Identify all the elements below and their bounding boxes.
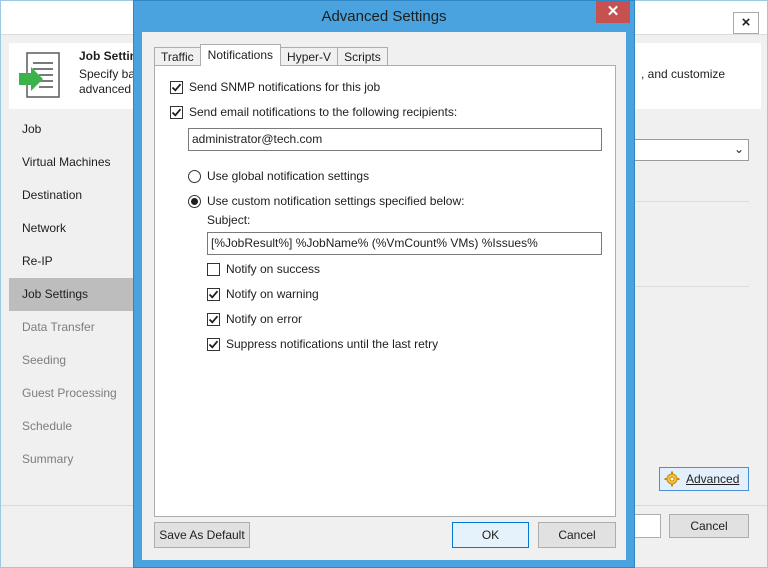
wizard-cancel-button[interactable]: Cancel [669, 514, 749, 538]
wizard-step-guest-processing: Guest Processing [22, 386, 117, 400]
wizard-step-virtual-machines[interactable]: Virtual Machines [9, 146, 133, 179]
global-settings-label: Use global notification settings [207, 169, 370, 183]
suppress-row: Suppress notifications until the last re… [207, 337, 438, 351]
email-label: Send email notifications to the followin… [189, 105, 458, 119]
tab-notifications[interactable]: Notifications [199, 44, 282, 66]
ok-button[interactable]: OK [452, 522, 529, 548]
wizard-apply-button[interactable] [631, 514, 661, 538]
tab-hyper-v[interactable]: Hyper-V [280, 47, 339, 66]
wizard-step-description: Specify ba advanced [79, 67, 135, 97]
snmp-label: Send SNMP notifications for this job [189, 80, 381, 94]
checkmark-icon [171, 108, 182, 117]
subject-input[interactable]: [%JobResult%] %JobName% (%VmCount% VMs) … [207, 232, 602, 255]
email-checkbox[interactable] [170, 105, 183, 119]
tab-traffic[interactable]: Traffic [154, 47, 201, 66]
dialog-title: Advanced Settings [321, 8, 447, 25]
wizard-step-title: Job Settin [79, 49, 138, 63]
checkmark-icon [208, 315, 219, 324]
checkmark-icon [208, 290, 219, 299]
wizard-desc-line2: advanced [79, 82, 132, 96]
wizard-step-nav: Job Virtual Machines Destination Network… [9, 113, 133, 476]
custom-settings-row: Use custom notification settings specifi… [188, 194, 464, 208]
wizard-desc-line1: Specify ba [79, 67, 136, 81]
suppress-checkbox[interactable] [207, 337, 220, 351]
notify-error-row: Notify on error [207, 312, 302, 326]
dialog-body: Traffic Notifications Hyper-V Scripts Se… [142, 32, 626, 560]
wizard-step-data-transfer: Data Transfer [22, 320, 95, 334]
global-settings-radio[interactable] [188, 169, 201, 183]
tab-scripts[interactable]: Scripts [337, 47, 388, 66]
notify-success-row: Notify on success [207, 262, 320, 276]
notifications-panel: Send SNMP notifications for this job Sen… [154, 65, 616, 517]
notify-error-checkbox[interactable] [207, 312, 220, 326]
cancel-button[interactable]: Cancel [538, 522, 616, 548]
notify-warning-checkbox[interactable] [207, 287, 220, 301]
global-settings-row: Use global notification settings [188, 169, 369, 183]
custom-settings-label: Use custom notification settings specifi… [207, 194, 465, 208]
advanced-settings-dialog: Advanced Settings ✕ Traffic Notification… [133, 0, 635, 568]
checkmark-icon [208, 340, 219, 349]
subject-label: Subject: [207, 213, 251, 227]
notify-success-label: Notify on success [226, 262, 321, 276]
snmp-checkbox[interactable] [170, 80, 183, 94]
advanced-button[interactable]: Advanced [659, 467, 749, 491]
tab-strip: Traffic Notifications Hyper-V Scripts [154, 44, 388, 66]
divider [633, 286, 749, 287]
wizard-close-button[interactable]: × [733, 12, 759, 34]
email-row: Send email notifications to the followin… [170, 105, 457, 119]
wizard-dropdown[interactable]: ⌄ [633, 139, 749, 161]
radio-dot [191, 197, 198, 205]
wizard-step-re-ip[interactable]: Re-IP [9, 245, 133, 278]
save-as-default-button[interactable]: Save As Default [154, 522, 250, 548]
chevron-down-icon: ⌄ [733, 142, 744, 156]
advanced-button-label: Advanced [686, 472, 740, 486]
snmp-row: Send SNMP notifications for this job [170, 80, 380, 94]
wizard-step-network[interactable]: Network [9, 212, 133, 245]
wizard-step-summary: Summary [22, 452, 74, 466]
dialog-close-button[interactable]: ✕ [596, 1, 630, 23]
custom-settings-radio[interactable] [188, 194, 201, 208]
checkmark-icon [171, 83, 182, 92]
wizard-step-schedule: Schedule [22, 419, 73, 433]
wizard-step-job-settings[interactable]: Job Settings [9, 278, 133, 311]
wizard-desc-right: , and customize [641, 67, 726, 81]
suppress-label: Suppress notifications until the last re… [226, 337, 439, 351]
job-document-icon [19, 52, 60, 98]
divider [633, 201, 749, 202]
gear-icon [664, 471, 680, 487]
notify-error-label: Notify on error [226, 312, 303, 326]
notify-warning-label: Notify on warning [226, 287, 319, 301]
recipients-input[interactable]: administrator@tech.com [188, 128, 602, 151]
wizard-step-seeding: Seeding [22, 353, 67, 367]
notify-success-checkbox[interactable] [207, 262, 220, 276]
wizard-step-job[interactable]: Job [9, 113, 133, 146]
notify-warning-row: Notify on warning [207, 287, 319, 301]
wizard-step-destination[interactable]: Destination [9, 179, 133, 212]
